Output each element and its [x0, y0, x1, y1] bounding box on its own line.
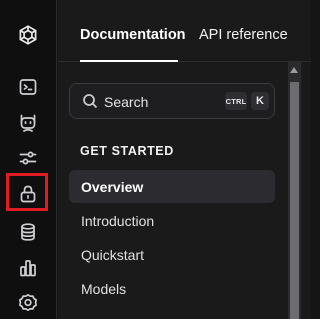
- nav-item-overview[interactable]: Overview: [69, 170, 275, 203]
- terminal-icon[interactable]: [16, 75, 40, 99]
- nav-item-label: Overview: [81, 178, 144, 195]
- active-tab-underline: [80, 60, 178, 62]
- sidebar-scrollbar[interactable]: [288, 62, 301, 319]
- k-key-badge: K: [251, 92, 269, 110]
- search-icon: [82, 93, 98, 109]
- tab-documentation[interactable]: Documentation: [80, 27, 186, 43]
- top-tabs: Documentation API reference: [58, 0, 311, 62]
- search-placeholder: Search: [104, 94, 149, 110]
- section-heading-get-started: GET STARTED: [80, 144, 174, 158]
- nav-item-quickstart[interactable]: Quickstart: [69, 238, 275, 271]
- lock-icon-highlight-box: [6, 173, 48, 211]
- search-input[interactable]: Search CTRL K: [69, 83, 275, 119]
- nav-item-label: Models: [81, 280, 127, 297]
- scrollbar-thumb[interactable]: [290, 82, 299, 319]
- database-icon[interactable]: [16, 220, 40, 244]
- ctrl-key-badge: CTRL: [225, 92, 247, 110]
- tab-api-reference[interactable]: API reference: [199, 27, 288, 43]
- docs-panel: Documentation API reference Search CTRL …: [58, 0, 311, 319]
- left-icon-rail: [0, 0, 57, 319]
- settings-icon[interactable]: [16, 291, 40, 315]
- nav-item-label: Quickstart: [81, 246, 145, 263]
- robot-icon[interactable]: [16, 111, 40, 135]
- nav-item-label: Introduction: [81, 212, 155, 229]
- nav-item-introduction[interactable]: Introduction: [69, 204, 275, 237]
- nav-item-models[interactable]: Models: [69, 272, 275, 305]
- sliders-icon[interactable]: [16, 146, 40, 170]
- openai-logo-icon[interactable]: [16, 23, 40, 47]
- scroll-up-arrow-icon[interactable]: [290, 67, 298, 73]
- bar-chart-icon[interactable]: [16, 256, 40, 280]
